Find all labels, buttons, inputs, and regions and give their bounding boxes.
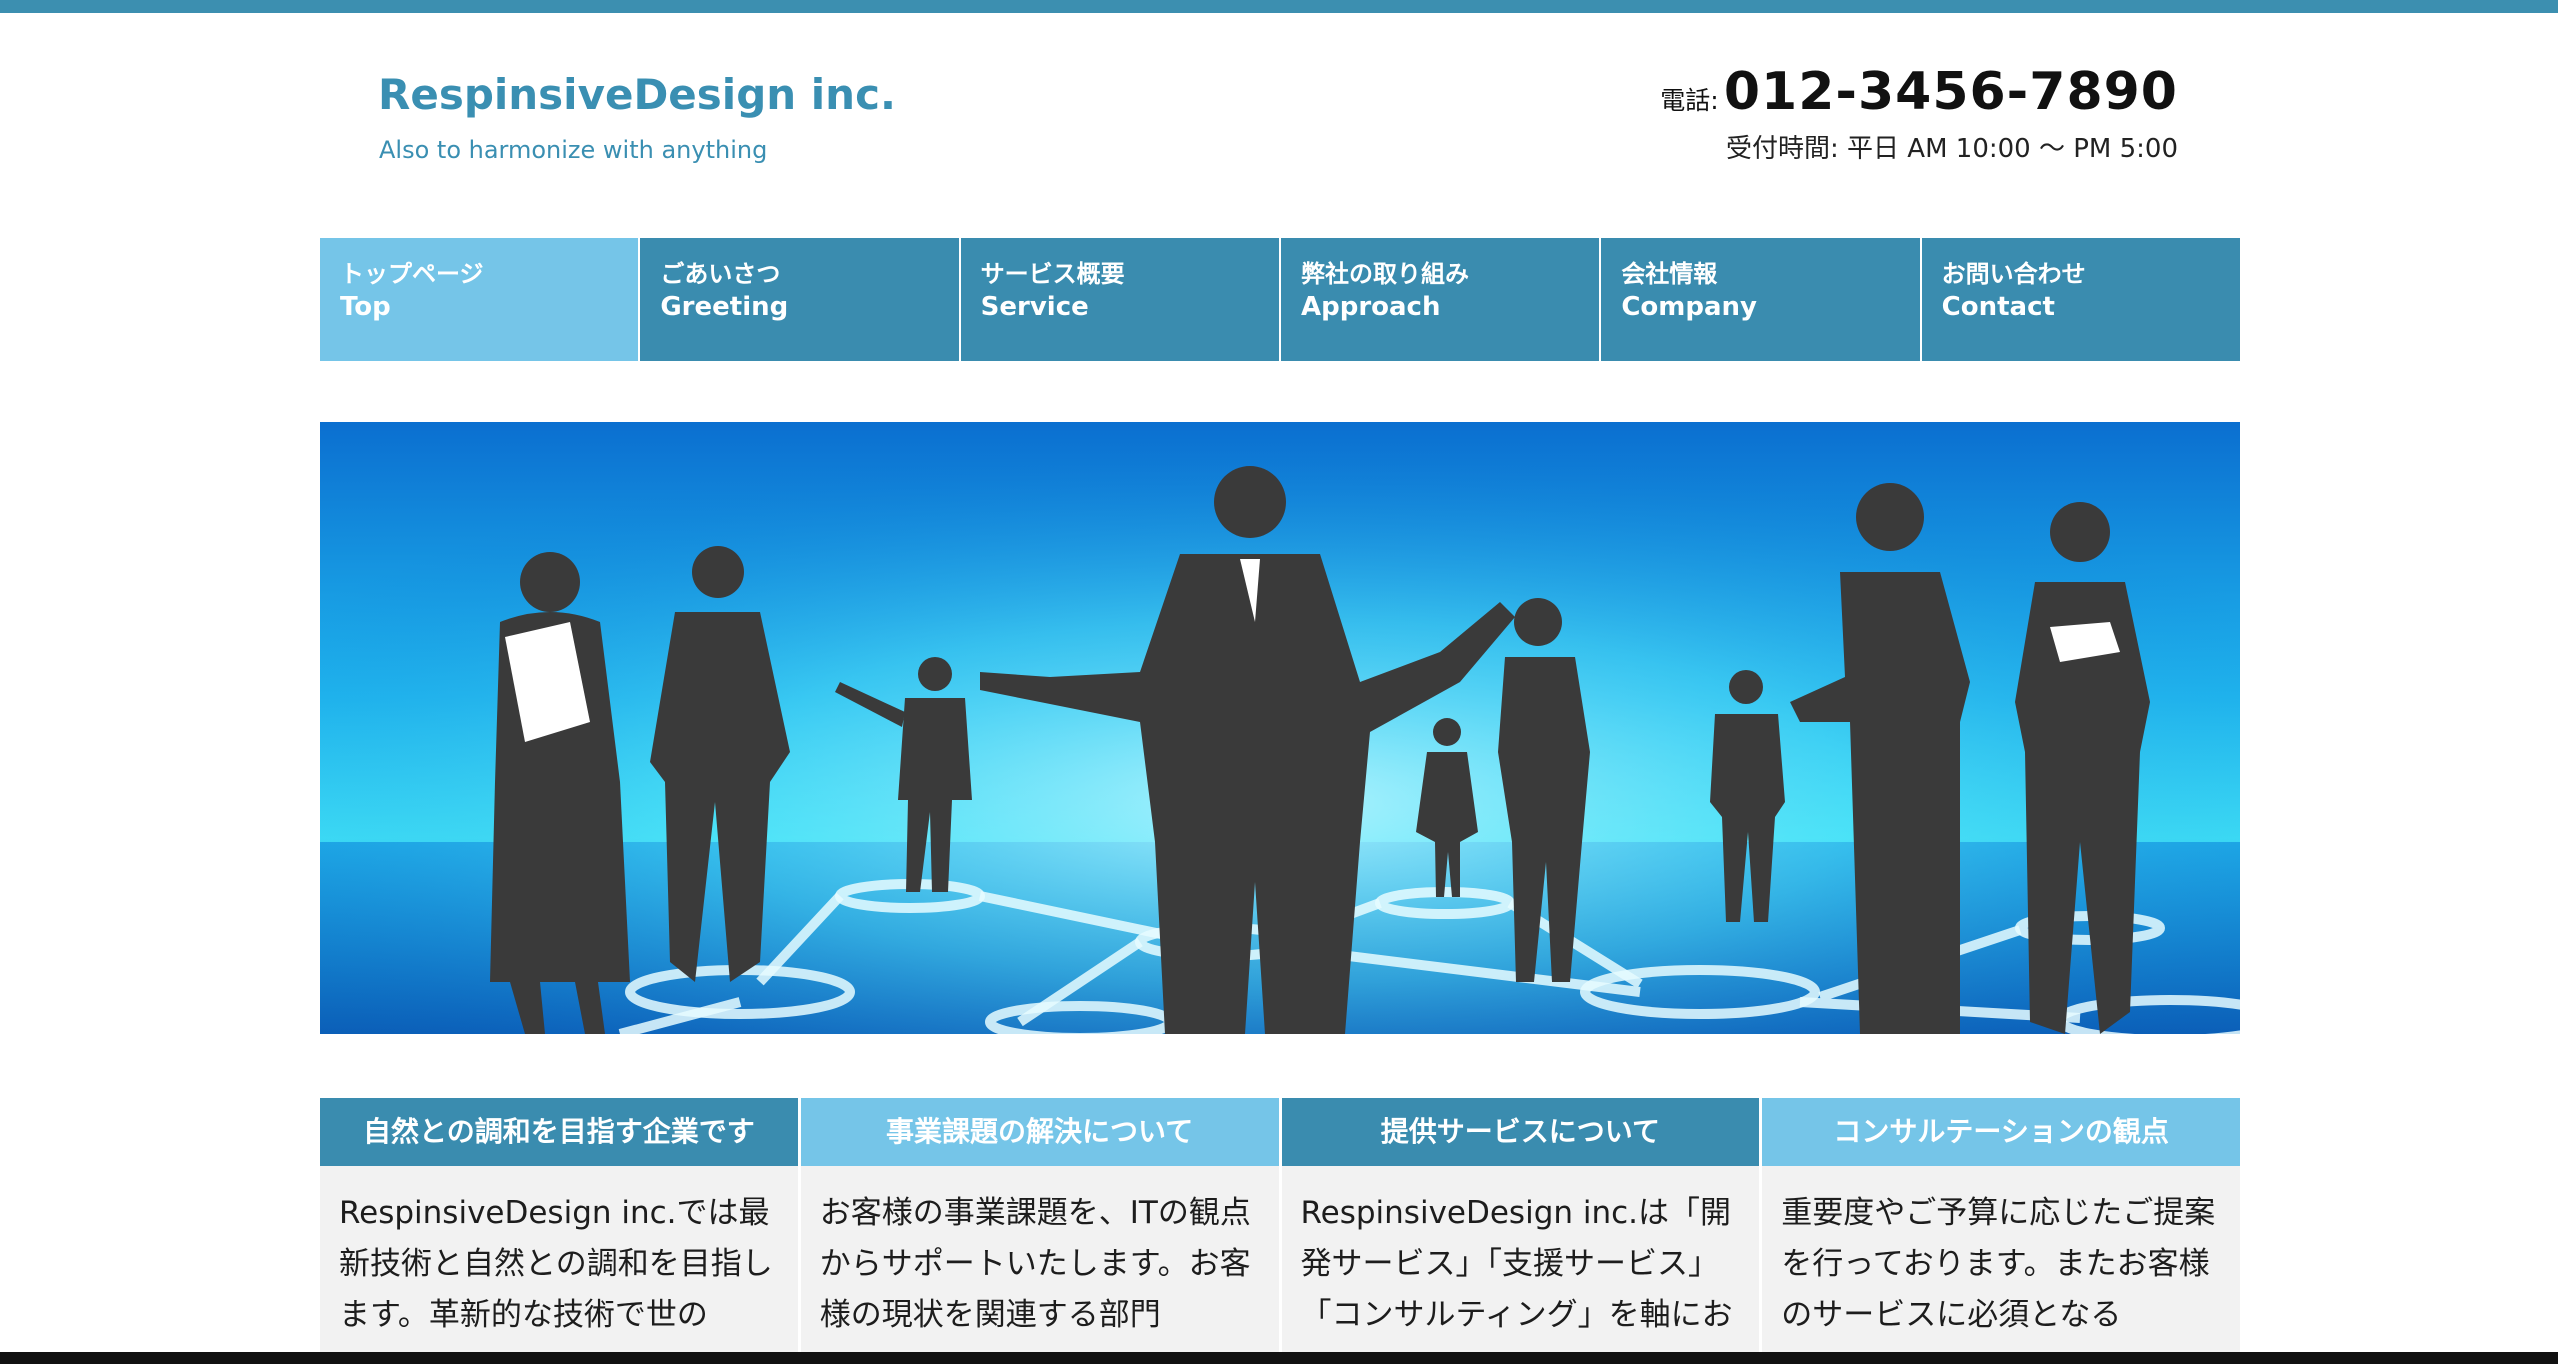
feature-column: 自然との調和を目指す企業です RespinsiveDesign inc.では最新… (320, 1098, 801, 1352)
nav-label-jp: お問い合わせ (1941, 260, 2086, 288)
nav-label-en: Contact (1941, 292, 2055, 322)
nav-label-en: Greeting (660, 292, 789, 322)
nav-label-jp: トップページ (340, 260, 484, 288)
feature-heading[interactable]: 自然との調和を目指す企業です (320, 1098, 798, 1166)
nav-label-jp: ごあいさつ (660, 260, 781, 288)
site-tagline: Also to harmonize with anything (379, 136, 768, 164)
business-hours: 受付時間: 平日 AM 10:00 〜 PM 5:00 (1726, 134, 2178, 164)
nav-item-company[interactable]: 会社情報 Company (1601, 238, 1922, 361)
phone-block: 電話: 012-3456-7890 (1660, 62, 2178, 122)
nav-item-contact[interactable]: お問い合わせ Contact (1922, 238, 2240, 361)
site-logo[interactable]: RespinsiveDesign inc. (378, 70, 896, 119)
feature-column: 提供サービスについて RespinsiveDesign inc.は「開発サービス… (1281, 1098, 1763, 1352)
hero-illustration (320, 422, 2240, 1034)
nav-label-jp: 会社情報 (1621, 260, 1718, 288)
phone-label: 電話: (1660, 86, 1719, 115)
nav-label-jp: サービス概要 (980, 260, 1125, 288)
feature-column: 事業課題の解決について お客様の事業課題を、ITの観点からサポートいたします。お… (800, 1098, 1282, 1352)
page: RespinsiveDesign inc. Also to harmonize … (0, 0, 2558, 1352)
nav-label-en: Company (1621, 292, 1757, 322)
feature-text: 重要度やご予算に応じたご提案を行っております。またお客様のサービスに必須となる (1781, 1195, 2216, 1333)
nav-item-service[interactable]: サービス概要 Service (961, 238, 1281, 361)
feature-heading[interactable]: 事業課題の解決について (800, 1098, 1279, 1166)
feature-column: コンサルテーションの観点 重要度やご予算に応じたご提案を行っております。またお客… (1762, 1098, 2240, 1352)
hero-image (320, 422, 2240, 1034)
feature-text: お客様の事業課題を、ITの観点からサポートいたします。お客様の現状を関連する部門 (819, 1195, 1251, 1333)
nav-item-greeting[interactable]: ごあいさつ Greeting (640, 238, 961, 361)
main-nav: トップページ Top ごあいさつ Greeting サービス概要 Service… (320, 238, 2240, 361)
nav-label-en: Approach (1300, 292, 1441, 322)
nav-label-jp: 弊社の取り組み (1300, 260, 1469, 288)
feature-heading[interactable]: コンサルテーションの観点 (1762, 1098, 2240, 1166)
feature-text: RespinsiveDesign inc.では最新技術と自然との調和を目指します… (339, 1195, 773, 1333)
feature-text: RespinsiveDesign inc.は「開発サービス」「支援サービス」「コ… (1300, 1195, 1733, 1333)
feature-heading[interactable]: 提供サービスについて (1281, 1098, 1760, 1166)
nav-label-en: Service (980, 292, 1089, 322)
nav-item-approach[interactable]: 弊社の取り組み Approach (1281, 238, 1602, 361)
nav-item-top[interactable]: トップページ Top (320, 238, 641, 361)
phone-number[interactable]: 012-3456-7890 (1724, 62, 2178, 122)
feature-columns: 自然との調和を目指す企業です RespinsiveDesign inc.では最新… (320, 1098, 2240, 1352)
top-accent-bar (0, 0, 2558, 13)
nav-label-en: Top (340, 292, 391, 322)
